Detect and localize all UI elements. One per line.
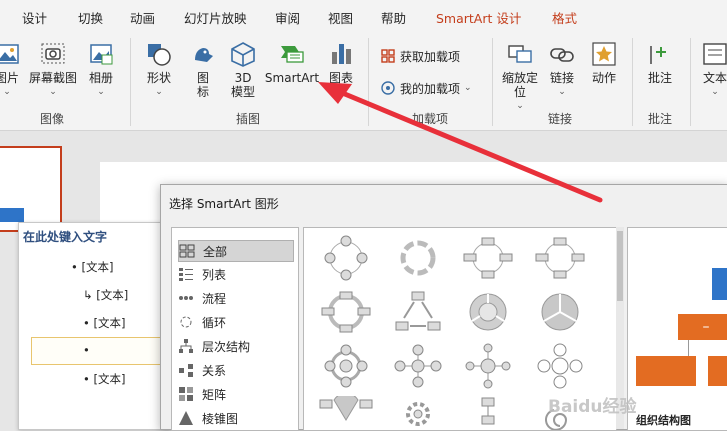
arrow-shaft — [337, 89, 603, 203]
annotation-arrow — [318, 82, 603, 203]
watermark: Baidu经验 — [548, 397, 637, 417]
